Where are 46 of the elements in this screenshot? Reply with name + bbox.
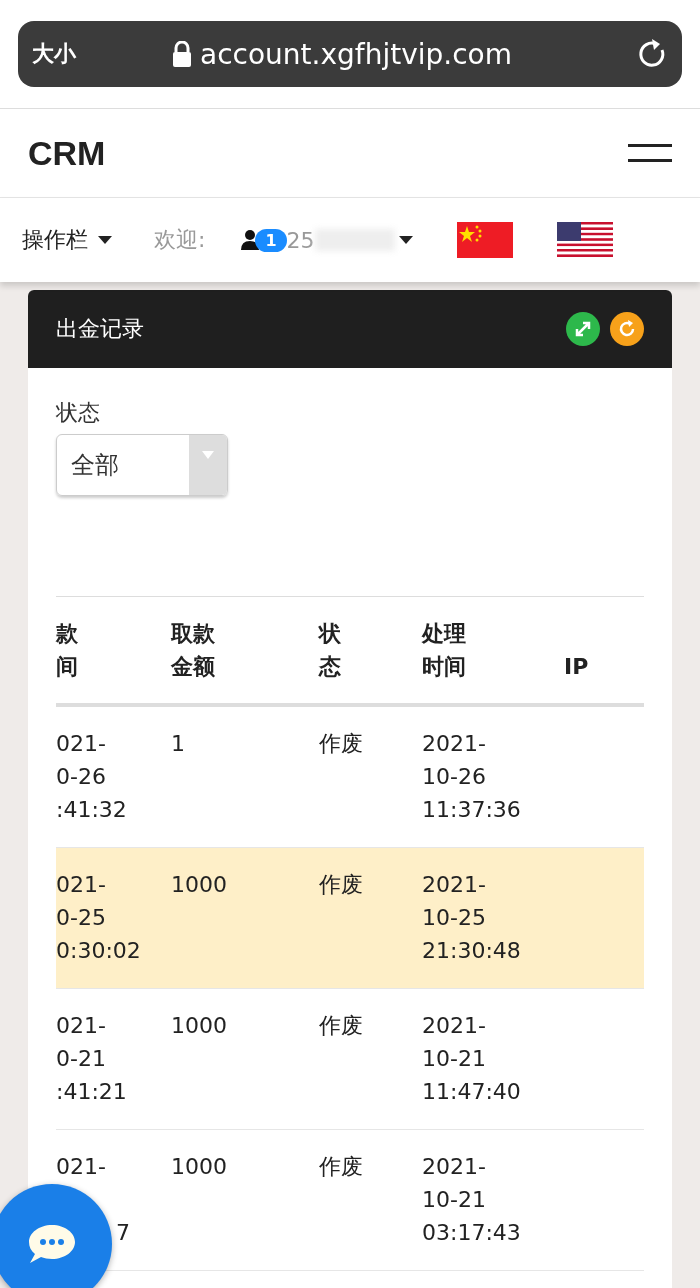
caret-icon[interactable] [398, 236, 413, 244]
table-cell-text: 2021- 10-21 11:47:40 [422, 1012, 522, 1106]
table-cell-text: 021- 0-26 :41:32 [56, 730, 128, 824]
table-cell-text: 021- 0-25 0:30:02 [56, 871, 142, 965]
panel-title: 出金记录 [56, 315, 144, 343]
column-header: 状 态 [319, 620, 342, 681]
url-text: account.xgfhjtvip.com [200, 37, 513, 71]
table-cell: 1000 [171, 872, 227, 897]
chat-bubble-icon [27, 1223, 77, 1265]
table-cell: 作废 [319, 872, 363, 897]
status-label: 状态 [56, 399, 101, 427]
column-header: 处理 时间 [422, 620, 467, 681]
logo[interactable]: CRM [28, 133, 106, 173]
table-cell: 1000 [171, 1154, 227, 1179]
table-cell-text: 2021- 10-26 11:37:36 [422, 730, 522, 824]
chat-button[interactable] [0, 1184, 112, 1288]
table-cell-text: 021- 7 [56, 1153, 131, 1247]
table-row[interactable]: 021- 0-26 :41:32 1 作废 2021- 10-26 11:37:36 [56, 705, 644, 848]
status-select[interactable]: 全部 [56, 434, 228, 496]
table-cell-text: 2021- 10-25 21:30:48 [422, 871, 522, 965]
table-row[interactable]: 021- 0-25 0:30:02 1000 作废 2021- 10-25 21:30:48 [56, 847, 644, 989]
caret-icon [202, 451, 214, 459]
column-header: IP [564, 653, 590, 681]
table-cell-text: 2021- 10-21 03:17:43 [422, 1153, 522, 1247]
operations-menu[interactable]: 操作栏 [22, 225, 112, 255]
refresh-icon[interactable] [610, 312, 644, 346]
expand-icon[interactable] [566, 312, 600, 346]
notification-badge: 1 [255, 228, 287, 252]
welcome-label: 欢迎: [154, 226, 206, 254]
table-cell: 作废 [319, 1154, 363, 1179]
china-flag-icon[interactable] [456, 222, 513, 258]
table-cell: 1000 [171, 1013, 227, 1038]
menu-icon[interactable] [628, 144, 672, 162]
user-icon [241, 230, 260, 250]
caret-icon [98, 236, 112, 244]
lock-icon [172, 41, 192, 67]
column-header: 取款 金额 [171, 620, 216, 681]
table-cell-text: 021- 0-21 :41:21 [56, 1012, 128, 1106]
address-bar[interactable]: 大小 account.xgfhjtvip.com [18, 21, 682, 87]
text-size-button[interactable]: 大小 [32, 39, 172, 69]
us-flag-icon[interactable] [556, 222, 613, 258]
table-cell: 作废 [319, 731, 363, 756]
table-cell: 1 [171, 731, 185, 756]
column-header: 款 间 [56, 620, 79, 681]
table-row[interactable]: 021- 0-21 :41:21 1000 作废 2021- 10-21 11:47:40 [56, 988, 644, 1130]
table-cell: 作废 [319, 1013, 363, 1038]
